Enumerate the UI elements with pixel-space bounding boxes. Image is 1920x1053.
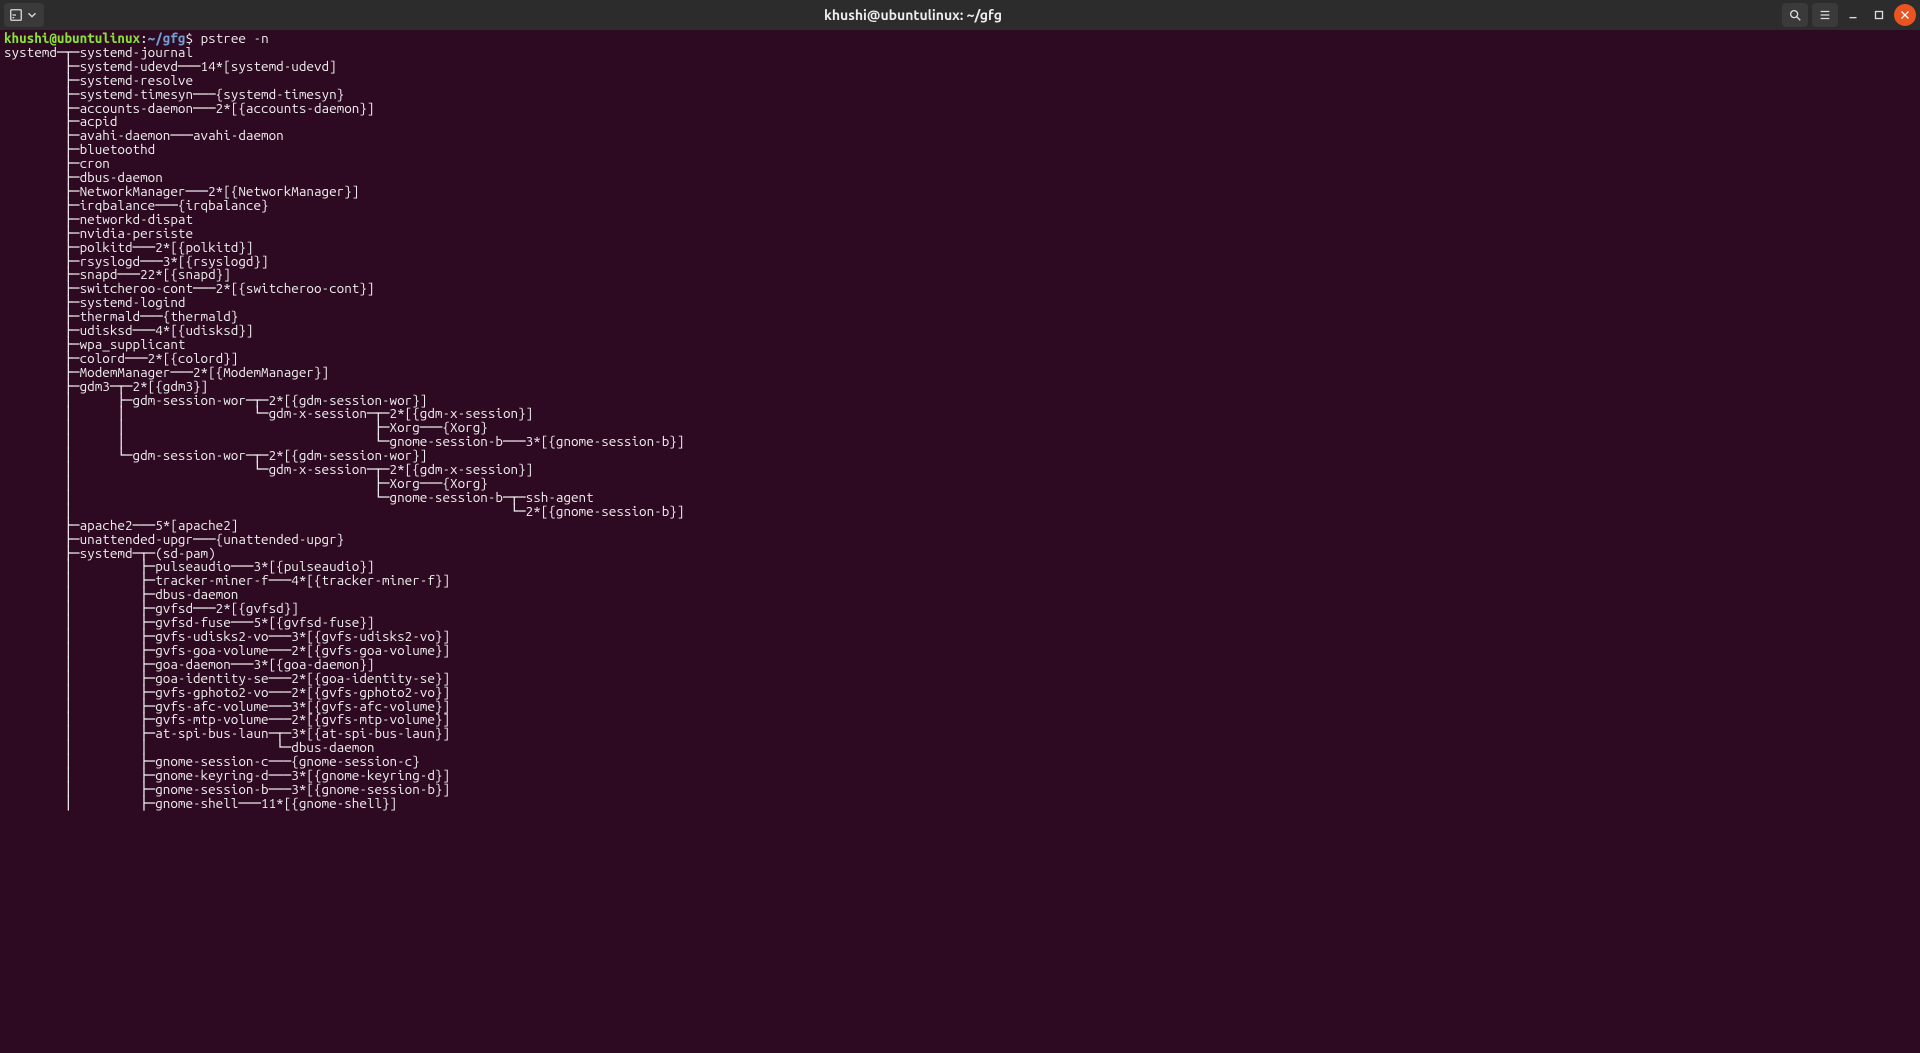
chevron-down-icon [25,8,39,22]
minimize-button[interactable] [1842,4,1864,26]
maximize-icon [1872,8,1886,22]
title-bar: khushi@ubuntulinux: ~/gfg [0,0,1920,30]
new-tab-button[interactable] [4,3,44,27]
close-button[interactable] [1894,4,1916,26]
search-button[interactable] [1782,3,1808,27]
window-title: khushi@ubuntulinux: ~/gfg [824,7,1002,23]
prompt-command: pstree -n [201,30,269,46]
hamburger-icon [1818,8,1832,22]
terminal-icon [9,8,23,22]
terminal[interactable]: khushi@ubuntulinux:~/gfg$ pstree -n syst… [0,30,1920,1053]
pstree-output: systemd─┬─systemd-journal ├─systemd-udev… [4,46,1916,811]
maximize-button[interactable] [1868,4,1890,26]
menu-button[interactable] [1812,3,1838,27]
prompt-line: khushi@ubuntulinux:~/gfg$ pstree -n [4,32,1916,46]
close-icon [1898,8,1912,22]
minimize-icon [1846,8,1860,22]
search-icon [1788,8,1802,22]
